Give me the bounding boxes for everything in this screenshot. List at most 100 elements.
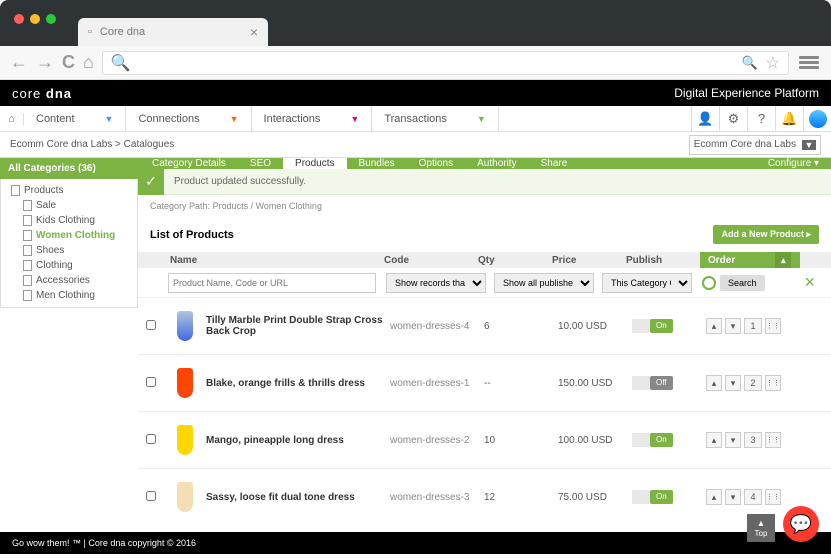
list-title: List of Products bbox=[150, 229, 234, 241]
order-up-button[interactable]: ▴ bbox=[706, 432, 722, 448]
sidebar-item[interactable]: Clothing bbox=[1, 258, 137, 273]
order-value: 1 bbox=[744, 318, 762, 334]
tab-item[interactable]: SEO bbox=[238, 158, 283, 169]
help-icon[interactable]: ? bbox=[747, 106, 775, 131]
col-publish[interactable]: Publish bbox=[626, 255, 662, 266]
col-code[interactable]: Code bbox=[384, 255, 409, 266]
menu-interactions[interactable]: Interactions▼ bbox=[252, 106, 373, 131]
status-filter[interactable]: Show all published statuses bbox=[494, 273, 594, 293]
minimize-window-button[interactable] bbox=[30, 14, 40, 24]
order-down-button[interactable]: ▾ bbox=[725, 489, 741, 505]
product-name[interactable]: Mango, pineapple long dress bbox=[206, 435, 390, 446]
clear-filters-icon[interactable]: × bbox=[796, 272, 823, 293]
zoom-icon[interactable]: 🔍 bbox=[741, 55, 757, 71]
configure-button[interactable]: Configure ▾ bbox=[758, 158, 829, 169]
publish-toggle[interactable] bbox=[632, 433, 650, 447]
tab-item[interactable]: Bundles bbox=[347, 158, 407, 169]
search-ring-icon bbox=[702, 276, 716, 290]
col-price[interactable]: Price bbox=[552, 255, 576, 266]
row-checkbox[interactable] bbox=[146, 377, 156, 387]
order-up-button[interactable]: ▴ bbox=[706, 489, 722, 505]
order-down-button[interactable]: ▾ bbox=[725, 318, 741, 334]
product-name[interactable]: Tilly Marble Print Double Strap Cross Ba… bbox=[206, 315, 390, 337]
order-up-button[interactable]: ▴ bbox=[706, 318, 722, 334]
search-input[interactable] bbox=[168, 273, 376, 293]
close-window-button[interactable] bbox=[14, 14, 24, 24]
back-button[interactable]: ← bbox=[10, 52, 28, 73]
tab-item[interactable]: Options bbox=[407, 158, 465, 169]
publish-toggle[interactable] bbox=[632, 319, 650, 333]
maximize-window-button[interactable] bbox=[46, 14, 56, 24]
reload-button[interactable]: C bbox=[62, 52, 75, 73]
tab-title: Core dna bbox=[100, 26, 145, 38]
order-value: 3 bbox=[744, 432, 762, 448]
order-drag-icon[interactable]: ⋮⋮ bbox=[765, 489, 781, 505]
site-selector[interactable]: Ecomm Core dna Labs ▼ bbox=[689, 135, 821, 155]
category-filter[interactable]: This Category Only bbox=[602, 273, 692, 293]
publish-toggle[interactable] bbox=[632, 490, 650, 504]
product-price: 10.00 USD bbox=[558, 321, 632, 332]
sidebar-item[interactable]: Women Clothing bbox=[1, 228, 137, 243]
product-qty: 10 bbox=[484, 435, 558, 446]
chevron-down-icon: ▼ bbox=[477, 114, 486, 124]
tab-item[interactable]: Authority bbox=[465, 158, 528, 169]
grid-header: Name Code Qty Price Publish Order▴ bbox=[138, 252, 831, 268]
col-name[interactable]: Name bbox=[170, 255, 197, 266]
url-bar[interactable]: 🔍 🔍 ☆ bbox=[102, 51, 789, 75]
forward-button[interactable]: → bbox=[36, 52, 54, 73]
table-row: Blake, orange frills & thrills dresswome… bbox=[138, 354, 831, 411]
brand-bar: core dna Digital Experience Platform bbox=[0, 80, 831, 106]
tab-item[interactable]: Category Details bbox=[140, 158, 238, 169]
product-code: women-dresses-2 bbox=[390, 435, 484, 446]
order-drag-icon[interactable]: ⋮⋮ bbox=[765, 318, 781, 334]
table-row: Tilly Marble Print Double Strap Cross Ba… bbox=[138, 297, 831, 354]
col-qty[interactable]: Qty bbox=[478, 255, 495, 266]
order-drag-icon[interactable]: ⋮⋮ bbox=[765, 375, 781, 391]
sidebar-item[interactable]: Shoes bbox=[1, 243, 137, 258]
publish-toggle[interactable] bbox=[632, 376, 650, 390]
tab-item[interactable]: Products bbox=[283, 158, 346, 169]
order-drag-icon[interactable]: ⋮⋮ bbox=[765, 432, 781, 448]
row-checkbox[interactable] bbox=[146, 320, 156, 330]
publish-badge: On bbox=[650, 490, 673, 504]
user-icon[interactable]: 👤 bbox=[691, 106, 719, 131]
menu-icon[interactable] bbox=[797, 53, 821, 73]
category-path: Category Path: Products / Women Clothing bbox=[138, 195, 831, 217]
col-order[interactable]: Order▴ bbox=[700, 252, 800, 268]
bell-icon[interactable]: 🔔 bbox=[775, 106, 803, 131]
add-product-button[interactable]: Add a New Product ▸ bbox=[713, 225, 819, 244]
star-icon[interactable]: ☆ bbox=[766, 53, 780, 73]
doc-icon bbox=[23, 230, 32, 241]
sidebar-item[interactable]: Products bbox=[1, 183, 137, 198]
sidebar-item[interactable]: Sale bbox=[1, 198, 137, 213]
gear-icon[interactable]: ⚙ bbox=[719, 106, 747, 131]
product-name[interactable]: Sassy, loose fit dual tone dress bbox=[206, 492, 390, 503]
sort-asc-icon[interactable]: ▴ bbox=[775, 252, 791, 268]
product-name[interactable]: Blake, orange frills & thrills dress bbox=[206, 378, 390, 389]
row-checkbox[interactable] bbox=[146, 491, 156, 501]
search-button[interactable]: Search bbox=[720, 275, 765, 291]
file-icon: ▫ bbox=[88, 26, 92, 38]
menu-content[interactable]: Content▼ bbox=[24, 106, 126, 131]
records-filter[interactable]: Show records that contains bbox=[386, 273, 486, 293]
menu-transactions[interactable]: Transactions▼ bbox=[372, 106, 498, 131]
menu-connections[interactable]: Connections▼ bbox=[126, 106, 251, 131]
logo: core dna bbox=[12, 86, 72, 101]
browser-tab[interactable]: ▫ Core dna × bbox=[78, 18, 268, 46]
order-down-button[interactable]: ▾ bbox=[725, 432, 741, 448]
home-button[interactable]: ⌂ bbox=[83, 52, 94, 73]
tab-item[interactable]: Share bbox=[529, 158, 580, 169]
row-checkbox[interactable] bbox=[146, 434, 156, 444]
back-to-top-button[interactable]: ▴Top bbox=[747, 514, 775, 542]
sidebar-item[interactable]: Kids Clothing bbox=[1, 213, 137, 228]
chevron-down-icon: ▼ bbox=[350, 114, 359, 124]
chat-button[interactable]: 💬 bbox=[783, 506, 819, 542]
avatar[interactable] bbox=[803, 106, 831, 131]
sidebar-item[interactable]: Accessories bbox=[1, 273, 137, 288]
order-down-button[interactable]: ▾ bbox=[725, 375, 741, 391]
close-tab-icon[interactable]: × bbox=[250, 24, 258, 40]
order-up-button[interactable]: ▴ bbox=[706, 375, 722, 391]
sidebar-item[interactable]: Men Clothing bbox=[1, 288, 137, 303]
menu-home-icon[interactable]: ⌂ bbox=[0, 113, 24, 125]
product-qty: 12 bbox=[484, 492, 558, 503]
